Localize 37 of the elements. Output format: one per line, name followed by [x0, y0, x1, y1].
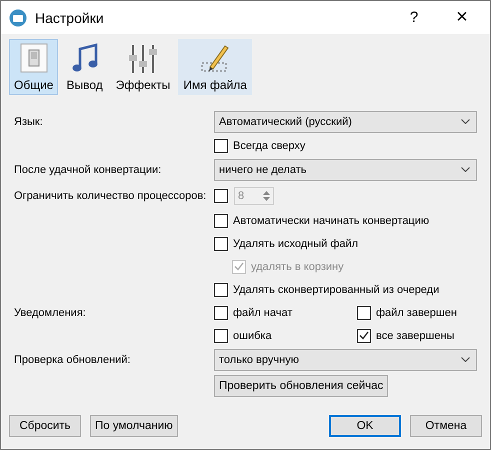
toolbar-tab[interactable]: Общие [9, 39, 58, 95]
dropdown[interactable]: ничего не делать [214, 158, 477, 180]
field-label: После удачной конвертации: [14, 164, 162, 176]
dropdown[interactable]: Автоматический (русский) [214, 110, 477, 132]
checkbox-option[interactable]: ошибка [214, 328, 351, 342]
dialog-button[interactable]: Сбросить [9, 415, 81, 437]
checkbox-option[interactable]: Удалять сконвертированный из очереди [214, 282, 440, 296]
help-button[interactable]: ? [394, 2, 434, 32]
spin-arrows-icon [263, 190, 270, 200]
close-button[interactable]: × [442, 2, 482, 32]
field-label: Проверка обновлений: [14, 354, 132, 366]
chevron-down-icon [461, 119, 470, 124]
checkbox-option[interactable]: файл начат [214, 306, 351, 320]
dialog-button[interactable]: По умолчанию [90, 415, 178, 437]
field-label: Ограничить количество процессоров: [14, 190, 208, 202]
toolbar-tab[interactable]: Эффекты [110, 39, 176, 95]
chevron-down-icon [461, 167, 470, 172]
dropdown[interactable]: только вручную [214, 348, 477, 370]
checkbox-option[interactable]: Всегда сверху [214, 138, 306, 152]
window-title: Настройки [35, 10, 105, 26]
check-updates-button[interactable]: Проверить обновления сейчас [214, 375, 388, 397]
checkbox-option[interactable]: все завершены [357, 328, 491, 342]
app-icon [9, 8, 27, 26]
checkbox-option[interactable]: файл завершен [357, 306, 491, 320]
toolbar-tab[interactable]: Имя файла [178, 39, 252, 95]
checkmark-icon [359, 331, 369, 340]
toolbar-tab[interactable]: Вывод [61, 39, 108, 95]
checkbox-option[interactable]: Удалять исходный файл [214, 236, 358, 250]
sliders-icon [128, 43, 158, 75]
switch-icon [20, 43, 48, 73]
chevron-down-icon [461, 357, 470, 362]
field-label: Язык: [14, 116, 44, 128]
field-label: Уведомления: [14, 306, 87, 318]
checkmark-icon [234, 262, 244, 271]
checkbox-option[interactable]: Автоматически начинать конвертацию [214, 214, 430, 228]
dialog-button[interactable]: Отмена [410, 415, 482, 437]
dialog-button[interactable]: OK [329, 415, 401, 437]
